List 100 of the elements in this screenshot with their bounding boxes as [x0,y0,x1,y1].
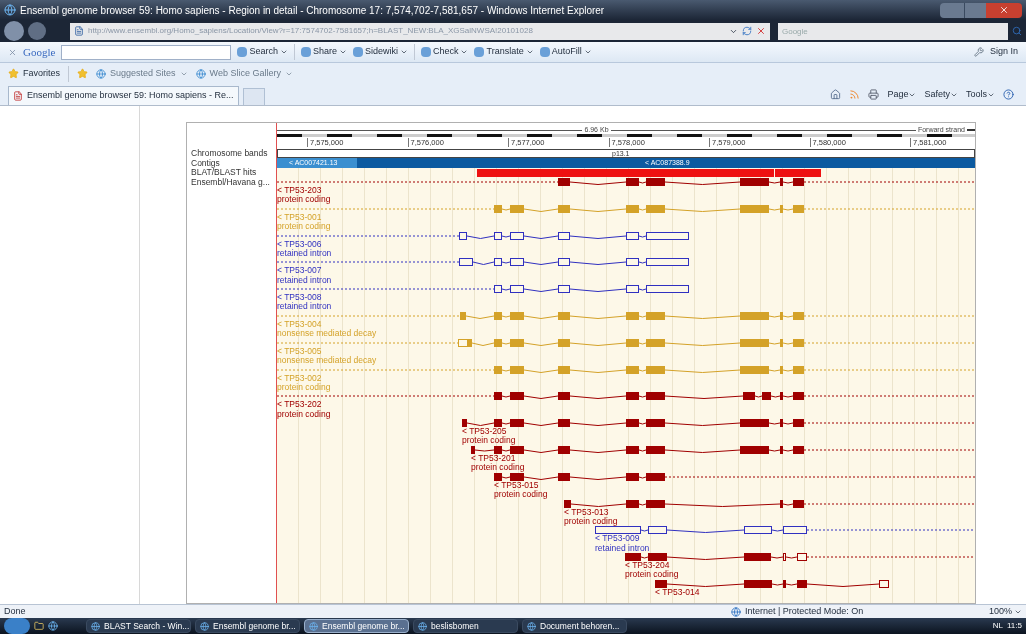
favorites-link[interactable]: Suggested Sites [96,66,188,81]
status-text: Done [4,604,27,618]
transcript-name[interactable]: < TP53-007 [277,266,322,276]
biotype-label: protein coding [277,222,331,232]
toolbar-button[interactable]: Translate [474,45,534,59]
biotype-label: retained intron [277,275,332,285]
start-button[interactable] [4,618,30,634]
transcript-drawing[interactable] [655,579,889,588]
transcript-drawing[interactable] [494,392,804,401]
globe-icon [4,4,16,16]
folder-icon[interactable] [34,621,44,631]
toolbar-search-field[interactable] [61,44,232,60]
globe-icon [96,68,106,79]
transcript-name[interactable]: < TP53-203 [277,186,322,196]
track-label: Chromosome bands [190,149,269,159]
home-icon[interactable] [830,89,842,100]
globe-icon [527,621,536,631]
forward-button[interactable] [28,22,46,40]
transcript-name[interactable]: < TP53-013 [564,507,609,517]
transcript-name[interactable]: < TP53-009 [595,534,640,544]
refresh-icon[interactable] [742,26,752,36]
caret-icon [279,48,288,56]
transcript-drawing[interactable] [494,285,689,294]
search-icon[interactable] [1012,26,1022,36]
stop-icon[interactable] [756,26,766,36]
transcript-name[interactable]: < TP53-006 [277,239,322,249]
transcript-name[interactable]: < TP53-015 [494,480,539,491]
transcript-drawing[interactable] [459,258,689,267]
command-menu[interactable]: Page [887,87,917,102]
print-icon[interactable] [868,89,880,100]
globe-icon [91,621,100,631]
transcript-drawing[interactable] [625,553,807,562]
biotype-label: protein coding [277,195,331,205]
transcript-drawing[interactable] [459,231,689,240]
biotype-label: nonsense mediated decay [277,329,377,339]
transcript-drawing[interactable] [494,472,665,481]
close-button[interactable] [986,2,1022,18]
browser-tab[interactable]: Ensembl genome browser 59: Homo sapiens - Re... [8,86,239,105]
transcript-drawing[interactable] [471,445,804,454]
biotype-label: protein coding [625,570,679,580]
transcript-drawing[interactable] [558,178,804,186]
track-label: BLAT/BLAST hits [190,168,258,178]
command-menu[interactable]: Safety [924,87,958,102]
toolbar-button[interactable]: Share [300,45,347,59]
toolbar-button[interactable]: Sidewiki [352,45,408,59]
taskbar-button[interactable]: BLAST Search - Win... [86,619,191,633]
sign-in-button[interactable]: Sign In [989,45,1018,59]
track-label: Contigs [190,158,220,168]
biotype-label: protein coding [277,409,331,419]
globe-icon[interactable] [48,621,58,631]
minimize-button[interactable] [940,2,964,18]
transcript-drawing[interactable] [564,499,804,508]
google-logo: Google [23,44,56,60]
close-icon[interactable] [8,47,17,57]
taskbar-button[interactable]: Document behoren... [522,619,627,633]
transcript-name[interactable]: < TP53-008 [277,293,322,303]
globe-icon [730,606,741,617]
caret-icon [399,48,408,56]
transcript-drawing[interactable] [595,526,807,535]
zoom-button[interactable]: 100% [988,604,1022,619]
window-title: Ensembl genome browser 59: Homo sapiens - Region in detail - Chromosome 17: 7,574,702-7,581,657 - Windows Internet Explorer [20,3,606,18]
biotype-label: retained intron [595,543,650,553]
taskbar-button[interactable]: Ensembl genome br... [304,619,409,633]
globe-icon [309,621,318,631]
help-icon[interactable] [1003,89,1014,100]
transcript-name[interactable]: < TP53-205 [462,427,507,437]
toolbar-icon [237,47,248,57]
back-button[interactable] [4,21,24,41]
biotype-label: protein coding [462,436,516,446]
favorites-link[interactable]: Web Slice Gallery [195,66,293,81]
biotype-label: retained intron [277,302,332,312]
toolbar-icon [539,47,550,57]
transcript-name[interactable]: < TP53-202 [277,400,322,410]
transcript-name[interactable]: < TP53-201 [471,453,516,464]
toolbar-icon [474,47,485,57]
language-indicator[interactable]: NL [992,620,1003,632]
toolbar-button[interactable]: Search [237,45,288,59]
command-menu[interactable]: Tools [966,87,995,102]
favorites-button[interactable]: Favorites [8,66,60,81]
star-icon [8,68,19,79]
feed-icon[interactable] [849,89,861,100]
clock: 11:5 [1007,620,1022,632]
transcript-drawing[interactable] [462,419,804,428]
caret-icon [525,48,534,56]
close-icon [999,5,1009,15]
biotype-label: nonsense mediated decay [277,356,377,366]
page-icon [74,26,84,36]
taskbar-button[interactable]: beslisbomen [413,619,518,633]
transcript-name[interactable]: < TP53-204 [625,561,670,571]
maximize-button[interactable] [964,2,986,18]
toolbar-icon [300,47,311,57]
biotype-label: protein coding [471,463,525,473]
wrench-icon[interactable] [973,47,984,57]
biotype-label: protein coding [564,516,618,527]
search-field[interactable]: Google [778,22,1008,40]
toolbar-button[interactable]: AutoFill [539,45,592,59]
toolbar-button[interactable]: Check [420,45,469,59]
taskbar-button[interactable]: Ensembl genome br... [195,619,300,633]
transcript-name[interactable]: < TP53-014 [655,587,700,598]
caret-icon [338,48,347,56]
